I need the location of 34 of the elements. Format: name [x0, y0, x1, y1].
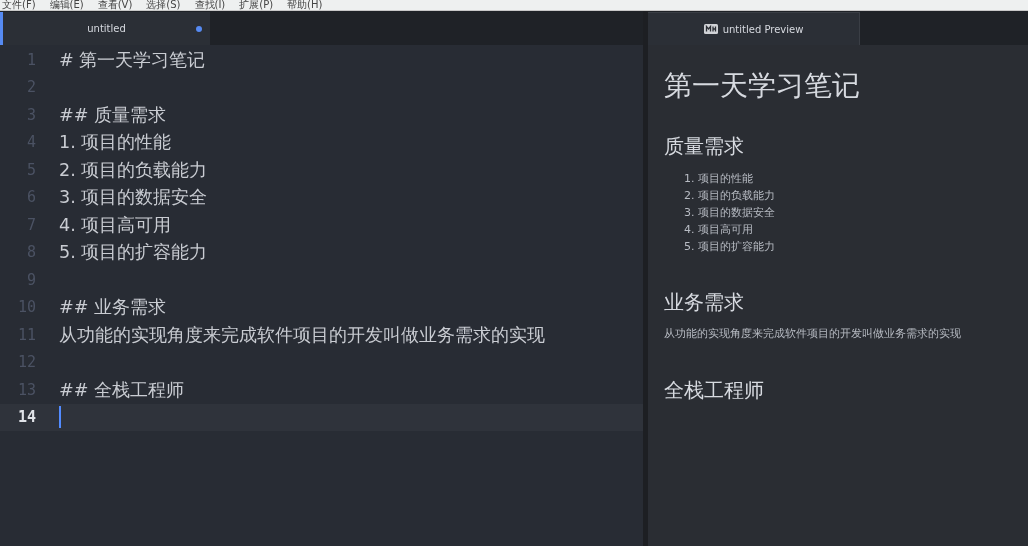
preview-subheading: 质量需求 — [664, 133, 745, 160]
preview-paragraph: 从功能的实现角度来完成软件项目的开发叫做业务需求的实现 — [664, 326, 962, 341]
code-line: ## 质量需求 — [59, 103, 167, 127]
list-item: 2. 项目的负载能力 — [684, 188, 776, 204]
list-item: 1. 项目的性能 — [684, 171, 754, 187]
markdown-icon — [703, 24, 718, 34]
code-line: 5. 项目的扩容能力 — [59, 241, 208, 265]
preview-subheading: 业务需求 — [664, 289, 745, 316]
tab-title: untitled Preview — [722, 23, 804, 35]
preview-tab[interactable]: untitled Preview — [648, 12, 860, 45]
list-item: 3. 项目的数据安全 — [684, 205, 776, 221]
menu-item[interactable]: 扩展(P) — [239, 0, 274, 10]
text-cursor — [59, 406, 61, 429]
code-line: # 第一天学习笔记 — [59, 48, 206, 72]
code-line: 4. 项目高可用 — [59, 213, 172, 237]
list-item: 4. 项目高可用 — [684, 222, 754, 238]
menu-item[interactable]: 帮助(H) — [287, 0, 323, 10]
menu-item[interactable]: 选择(S) — [146, 0, 181, 10]
code-line: 3. 项目的数据安全 — [59, 186, 208, 210]
menu-item[interactable]: 文件(F) — [2, 0, 36, 10]
preview-heading: 第一天学习笔记 — [664, 68, 861, 104]
menu-item[interactable]: 查找(I) — [194, 0, 226, 10]
code-line: 2. 项目的负载能力 — [59, 158, 208, 182]
menu-item[interactable]: 编辑(E) — [49, 0, 84, 10]
tab-title: untitled — [87, 23, 126, 34]
code-line: ## 全栈工程师 — [59, 378, 185, 402]
preview-subheading: 全栈工程师 — [664, 377, 765, 404]
menu-item[interactable]: 查看(V) — [97, 0, 133, 10]
code-line: ## 业务需求 — [59, 296, 167, 320]
list-item: 5. 项目的扩容能力 — [684, 239, 776, 255]
editor-tab[interactable]: untitled — [0, 12, 210, 45]
code-line: 1. 项目的性能 — [59, 131, 172, 155]
code-line: 从功能的实现角度来完成软件项目的开发叫做业务需求的实现 — [59, 323, 545, 347]
line-number: 14 — [16, 408, 36, 427]
